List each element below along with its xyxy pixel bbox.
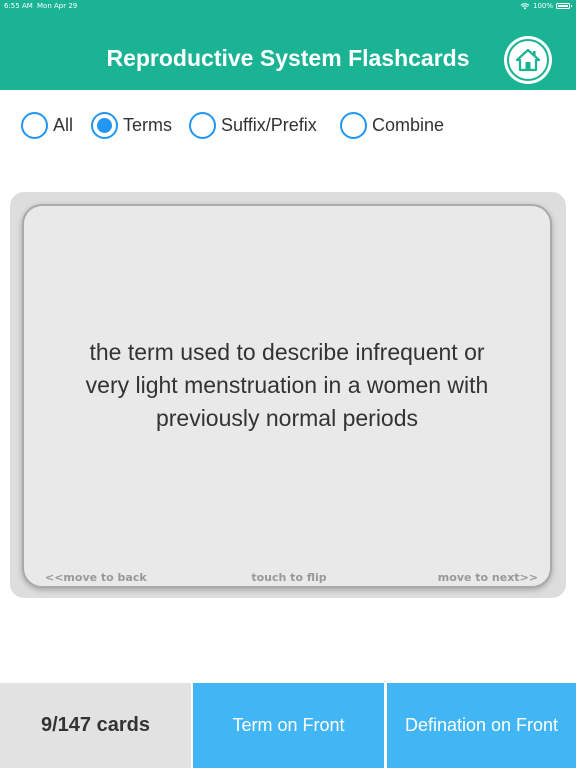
battery-percent: 100%: [532, 2, 553, 10]
definition-on-front-button[interactable]: Defination on Front: [387, 683, 576, 768]
filter-terms-label: Terms: [123, 114, 172, 135]
filter-options: All Terms Suffix/Prefix Combine: [0, 108, 576, 142]
flashcard[interactable]: the term used to describe infrequent or …: [22, 204, 552, 588]
status-right: 100%: [520, 2, 572, 10]
radio-combine-icon: [340, 111, 367, 139]
battery-icon: [556, 3, 572, 9]
filter-suffix-prefix[interactable]: Suffix/Prefix: [189, 111, 317, 139]
filter-all[interactable]: All: [21, 111, 73, 139]
flashcard-text: the term used to describe infrequent or …: [44, 336, 530, 435]
flashcard-line: the term used to describe infrequent or: [89, 339, 485, 365]
flashcard-line: previously normal periods: [155, 405, 419, 431]
home-button[interactable]: [504, 36, 552, 84]
filter-terms[interactable]: Terms: [91, 111, 172, 139]
header: Reproductive System Flashcards: [0, 12, 576, 90]
radio-terms-icon: [91, 111, 118, 139]
status-bar: 6:55 AM Mon Apr 29 100%: [0, 0, 576, 12]
card-count: 9/147 cards: [0, 683, 191, 768]
bottom-bar: 9/147 cards Term on Front Defination on …: [0, 683, 576, 768]
wifi-icon: [520, 2, 530, 9]
radio-suffix-prefix-icon: [189, 111, 216, 139]
filter-suffix-prefix-label: Suffix/Prefix: [221, 114, 317, 135]
page-title: Reproductive System Flashcards: [106, 45, 470, 71]
home-button-ring: [507, 39, 549, 81]
flashcard-line: very light menstruation in a women with: [85, 372, 489, 398]
home-icon: [515, 48, 541, 72]
radio-all-icon: [21, 111, 48, 139]
filter-combine-label: Combine: [372, 114, 445, 135]
filter-all-label: All: [53, 114, 74, 135]
status-date: Mon Apr 29: [37, 2, 78, 10]
status-time: 6:55 AM: [4, 2, 33, 10]
filter-combine[interactable]: Combine: [340, 111, 444, 139]
move-to-next-hint[interactable]: move to next>>: [438, 571, 538, 584]
term-on-front-button[interactable]: Term on Front: [193, 683, 384, 768]
